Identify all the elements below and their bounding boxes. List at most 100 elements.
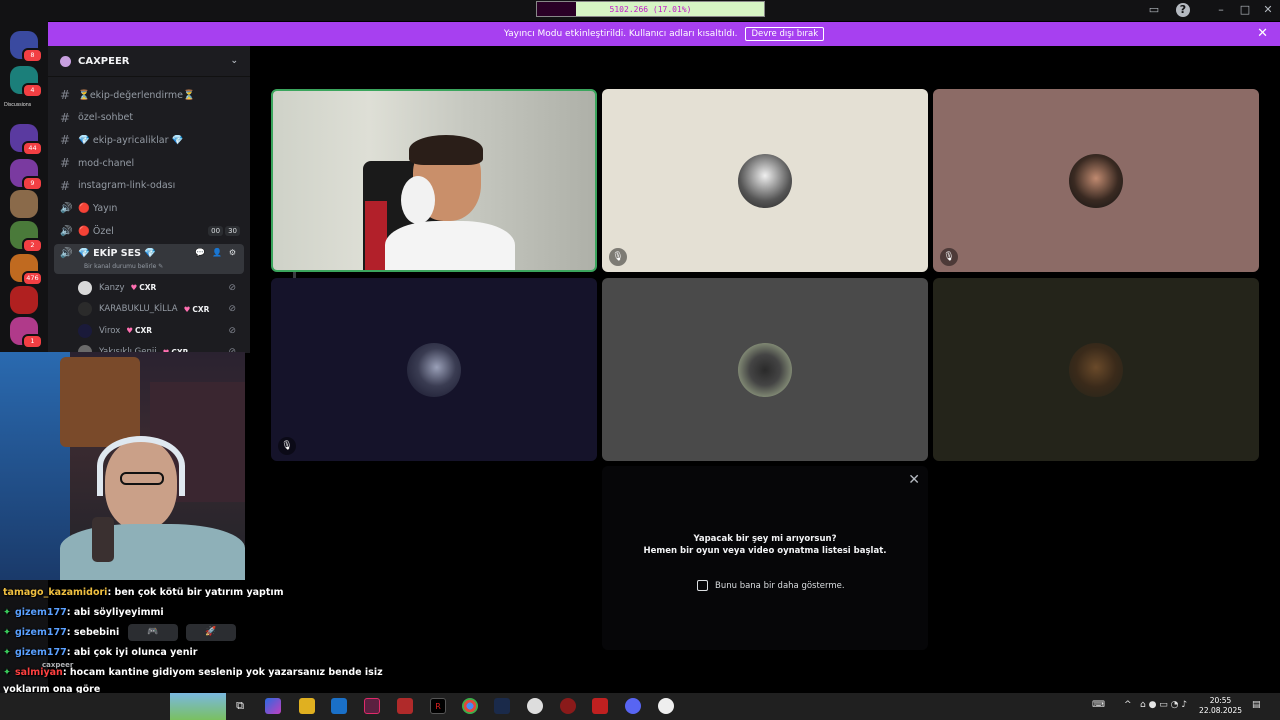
inbox-icon[interactable]: ▭ (1147, 3, 1161, 17)
chevron-down-icon[interactable]: ⌄ (230, 56, 238, 66)
video-tile-3[interactable]: 🎙 (933, 89, 1259, 272)
mention-badge: 4 (22, 83, 43, 98)
steam-icon[interactable] (494, 698, 510, 714)
maximize-icon[interactable]: □ (1238, 3, 1252, 17)
checkbox-label: Bunu bana bir daha gösterme. (715, 580, 845, 591)
limit-count: 00 (208, 226, 224, 237)
app-icon[interactable] (527, 698, 543, 714)
time: 20:55 (1209, 696, 1232, 705)
chat-text: : hocam kantine gidiyom seslenip yok yaz… (62, 667, 383, 678)
speaker-icon: 🔊 (60, 225, 73, 237)
hash-icon: # (60, 133, 71, 148)
riot-client-icon[interactable]: R (430, 698, 446, 714)
app-icon[interactable] (658, 698, 674, 714)
server-icon[interactable] (10, 286, 38, 314)
gamepad-icon[interactable]: 🎮 (128, 624, 178, 641)
server-icon[interactable]: 4 (10, 66, 43, 98)
winrar-icon[interactable] (397, 698, 413, 714)
discord-icon[interactable] (625, 698, 641, 714)
clock[interactable]: 20:55 22.08.2025 (1199, 696, 1242, 716)
avatar (78, 323, 92, 338)
sub-badge-icon: ✦ (3, 667, 11, 678)
channel-actions-icons[interactable]: 💬 👤 ⚙ (195, 248, 238, 257)
checkbox-box[interactable] (697, 580, 708, 591)
dont-show-again-checkbox[interactable]: Bunu bana bir daha gösterme. (697, 580, 845, 591)
text-channel[interactable]: # mod-chanel (54, 153, 244, 173)
tag-text: CXR (135, 326, 153, 336)
voice-channel[interactable]: 🔊 🔴 Yayın (54, 199, 244, 219)
help-icon[interactable]: ? (1176, 3, 1190, 17)
glasses (120, 472, 164, 485)
video-tile-5[interactable] (602, 278, 928, 461)
user-limit-pill: 00 30 (206, 226, 240, 237)
server-icon[interactable] (10, 190, 38, 218)
muted-mic-icon: ⊘ (228, 282, 236, 293)
streamer-mode-banner: Yayıncı Modu etkinleştirildi. Kullanıcı … (48, 22, 1280, 46)
server-icon[interactable]: 476 (10, 254, 43, 286)
activity-icon[interactable]: 🚀 (186, 624, 236, 641)
close-icon[interactable]: ✕ (908, 472, 920, 488)
chrome-icon[interactable] (462, 698, 478, 714)
server-icon[interactable]: 8 (10, 31, 43, 63)
voice-user-name: Kanzy (99, 282, 125, 293)
muted-mic-icon: 🎙 (609, 248, 627, 266)
task-view-icon[interactable]: ⧉ (232, 698, 248, 714)
text-channel[interactable]: # ⏳ekip-değerlendirme⏳ (54, 85, 244, 105)
voice-channel[interactable]: 🔊 💎 EKİP SES 💎 💬 👤 ⚙ Bir kanal durumu belir… (54, 243, 244, 274)
avatar (78, 302, 92, 317)
chat-message: ✦ gizem177: sebebini (3, 627, 119, 638)
minimize-icon[interactable]: – (1214, 3, 1228, 17)
voice-user[interactable]: Virox ♥ CXR ⊘ (78, 321, 244, 341)
suggestion-line-1: Yapacak bir şey mi arıyorsun? (693, 534, 837, 544)
close-banner-icon[interactable]: ✕ (1257, 26, 1268, 41)
stat-progress-bar: 5102.266 (17.01%) (536, 1, 765, 17)
sub-badge-icon: ✦ (3, 607, 11, 618)
copilot-icon[interactable] (265, 698, 281, 714)
video-tile-2[interactable]: 🎙 (602, 89, 928, 272)
poster (60, 357, 140, 447)
disable-streamer-mode-button[interactable]: Devre dışı bırak (745, 27, 825, 41)
user-avatar (1069, 153, 1123, 208)
hash-icon: # (60, 178, 71, 193)
weather-widget[interactable] (170, 693, 226, 720)
app-icon[interactable] (560, 698, 576, 714)
mention-badge: 476 (22, 271, 43, 286)
app-icon[interactable] (364, 698, 380, 714)
text-channel[interactable]: # instagram-link-odası (54, 176, 244, 196)
chat-username: tamago_kazamidori (3, 587, 108, 598)
text-channel[interactable]: # 💎 ekip-ayricaliklar 💎 (54, 130, 244, 150)
voice-user[interactable]: KARABUKLU_KİLLA ♥ CXR ⊘ (78, 299, 244, 319)
mention-badge: 8 (22, 48, 43, 63)
banner-text: Yayıncı Modu etkinleştirildi. Kullanıcı … (503, 29, 738, 39)
server-icon[interactable]: 44 (10, 124, 43, 156)
voice-channel[interactable]: 🔊 🔴 Özel 00 30 (54, 221, 244, 241)
voice-user-name: Virox (99, 325, 121, 336)
keyboard-icon[interactable]: ⌨ (1092, 700, 1105, 710)
server-header[interactable]: CAXPEER ⌄ (48, 46, 250, 77)
video-tile-6[interactable] (933, 278, 1259, 461)
channel-status[interactable]: Bir kanal durumu belirle ✎ (84, 263, 163, 270)
headphones (97, 436, 185, 496)
server-icon[interactable]: 9 (10, 159, 43, 191)
voice-user-name: KARABUKLU_KİLLA (99, 304, 178, 315)
voice-user[interactable]: Kanzy ♥ CXR ⊘ (78, 278, 244, 298)
video-tile-4[interactable]: 🎙 (271, 278, 597, 461)
server-icon[interactable]: 1 (10, 317, 43, 349)
text-channel[interactable]: # özel-sohbet (54, 108, 244, 128)
tray-icons[interactable]: ⌂ ● ▭ ◔ ♪ (1140, 700, 1187, 710)
notifications-icon[interactable]: ▤ (1252, 700, 1261, 710)
chat-text: : ben çok kötü bir yatırım yaptım (107, 587, 284, 598)
file-explorer-icon[interactable] (299, 698, 315, 714)
server-icon[interactable]: 2 (10, 221, 43, 253)
voicemeeter-icon[interactable] (592, 698, 608, 714)
tray-expand-icon[interactable]: ^ (1124, 700, 1132, 710)
suggestion-line-2: Hemen bir oyun veya video oynatma listes… (643, 546, 887, 556)
tag-text: CXR (192, 304, 210, 314)
heart-icon: ♥ (130, 283, 138, 293)
muted-mic-icon: ⊘ (228, 304, 236, 315)
outlook-icon[interactable] (331, 698, 347, 714)
channel-sidebar: CAXPEER ⌄ # ⏳ekip-değerlendirme⏳ # özel-soh… (48, 46, 296, 360)
close-window-icon[interactable]: ✕ (1261, 3, 1275, 17)
video-tile-1[interactable] (271, 89, 597, 272)
channel-name: 🔴 Yayın (78, 203, 118, 214)
